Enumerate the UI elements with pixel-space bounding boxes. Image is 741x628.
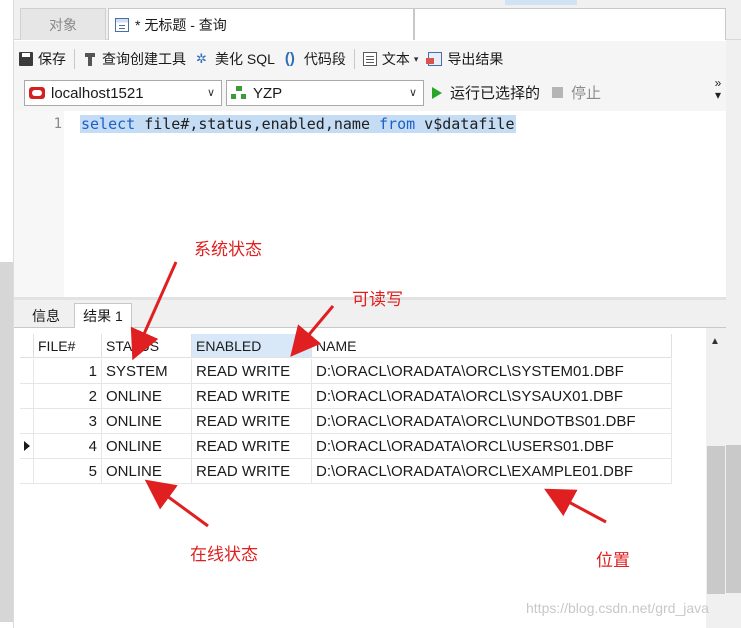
watermark: https://blog.csdn.net/grd_java bbox=[526, 600, 709, 616]
arrow-to-enabled bbox=[290, 305, 335, 357]
arrow-to-status bbox=[130, 261, 178, 361]
annotation-location: 位置 bbox=[596, 551, 630, 571]
annotation-arrows bbox=[130, 261, 607, 528]
annotation-read-write: 可读写 bbox=[352, 290, 403, 310]
annotation-online-status: 在线状态 bbox=[190, 545, 258, 565]
arrow-to-name bbox=[544, 488, 607, 524]
annotation-system-status: 系统状态 bbox=[194, 240, 262, 260]
arrow-to-online bbox=[144, 479, 209, 528]
